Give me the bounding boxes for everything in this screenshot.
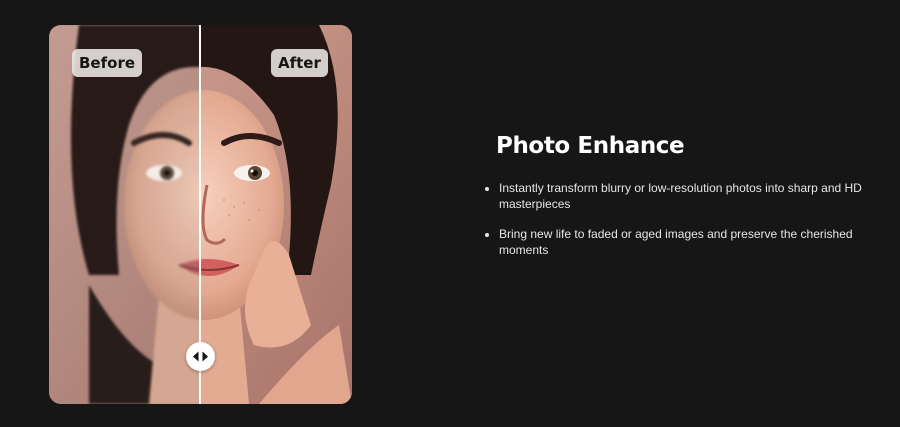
before-image <box>49 25 200 404</box>
feature-list: Instantly transform blurry or low-resolu… <box>481 180 894 272</box>
left-right-arrows-icon <box>193 351 208 362</box>
before-label: Before <box>72 49 143 77</box>
photo-enhance-section: Before After Photo Enhance Instantly tra… <box>0 0 900 427</box>
after-image <box>200 25 352 404</box>
after-label: After <box>271 49 328 77</box>
feature-title: Photo Enhance <box>496 133 685 159</box>
comparison-slider-handle[interactable] <box>186 342 215 371</box>
portrait-photo <box>49 25 200 404</box>
list-item: Bring new life to faded or aged images a… <box>499 226 894 258</box>
portrait-photo <box>200 25 352 404</box>
list-item: Instantly transform blurry or low-resolu… <box>499 180 894 212</box>
